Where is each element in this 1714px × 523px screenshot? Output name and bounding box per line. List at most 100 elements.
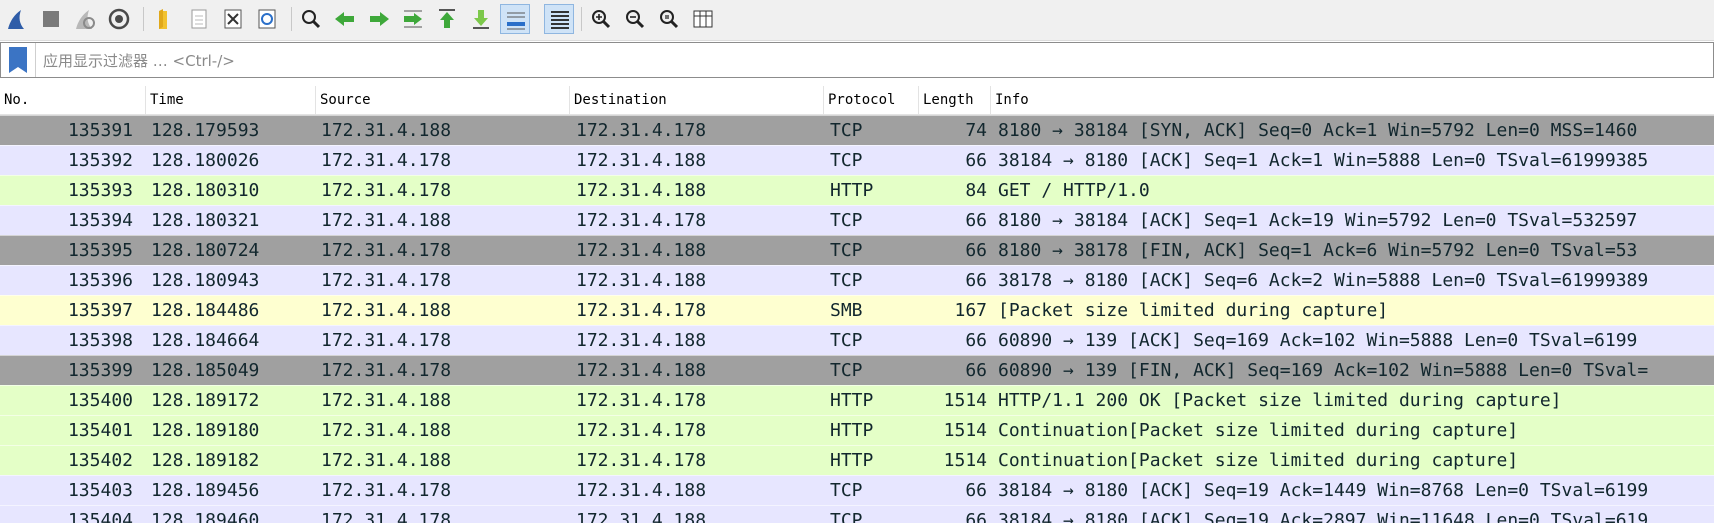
- packet-info: 8180 → 38184 [ACK] Seq=1 Ack=19 Win=5792…: [998, 210, 1638, 231]
- column-header-length[interactable]: Length: [919, 86, 991, 114]
- packet-number: 135391: [67, 120, 133, 141]
- packet-destination: 172.31.4.188: [576, 270, 707, 291]
- zoom-out-icon: [626, 10, 645, 29]
- capture-options-gear-icon: [108, 8, 130, 30]
- packet-row[interactable]: 135392 128.180026 172.31.4.178 172.31.4.…: [0, 145, 1714, 175]
- packet-row[interactable]: 135395 128.180724 172.31.4.178 172.31.4.…: [0, 235, 1714, 265]
- find-packet-button[interactable]: [296, 4, 326, 34]
- packet-info: 38184 → 8180 [ACK] Seq=19 Ack=1449 Win=8…: [998, 480, 1649, 501]
- packet-time: 128.184664: [151, 330, 260, 351]
- column-header-destination[interactable]: Destination: [570, 86, 824, 114]
- go-last-packet-button[interactable]: [466, 4, 496, 34]
- packet-row[interactable]: 135400 128.189172 172.31.4.188 172.31.4.…: [0, 385, 1714, 415]
- packet-protocol: HTTP: [830, 450, 874, 471]
- go-forward-button[interactable]: [364, 4, 394, 34]
- packet-time: 128.180026: [151, 150, 260, 171]
- packet-destination: 172.31.4.178: [576, 450, 707, 471]
- packet-list-header: No. Time Source Destination Protocol Len…: [0, 86, 1714, 115]
- column-header-protocol[interactable]: Protocol: [824, 86, 919, 114]
- packet-info: 8180 → 38178 [FIN, ACK] Seq=1 Ack=6 Win=…: [998, 240, 1638, 261]
- packet-destination: 172.31.4.188: [576, 330, 707, 351]
- packet-row[interactable]: 135402 128.189182 172.31.4.188 172.31.4.…: [0, 445, 1714, 475]
- packet-source: 172.31.4.178: [321, 480, 452, 501]
- packet-info: 60890 → 139 [FIN, ACK] Seq=169 Ack=102 W…: [998, 360, 1649, 381]
- reload-file-button[interactable]: [252, 4, 282, 34]
- restart-capture-button[interactable]: [70, 4, 100, 34]
- packet-source: 172.31.4.178: [321, 270, 452, 291]
- go-last-packet-icon: [473, 10, 489, 29]
- open-file-folder-icon: [159, 9, 167, 29]
- packet-protocol: HTTP: [830, 390, 874, 411]
- save-file-button[interactable]: [184, 4, 214, 34]
- packet-row[interactable]: 135401 128.189180 172.31.4.188 172.31.4.…: [0, 415, 1714, 445]
- packet-length: 66: [965, 240, 987, 261]
- go-first-packet-button[interactable]: [432, 4, 462, 34]
- packet-info: 60890 → 139 [ACK] Seq=169 Ack=102 Win=58…: [998, 330, 1638, 351]
- packet-row[interactable]: 135399 128.185049 172.31.4.178 172.31.4.…: [0, 355, 1714, 385]
- column-header-no[interactable]: No.: [0, 86, 146, 114]
- packet-row[interactable]: 135396 128.180943 172.31.4.178 172.31.4.…: [0, 265, 1714, 295]
- packet-protocol: TCP: [830, 330, 863, 351]
- display-filter-input[interactable]: 应用显示过滤器 … <Ctrl-/>: [43, 50, 235, 71]
- go-back-arrow-icon: [335, 12, 354, 26]
- open-file-button[interactable]: [150, 4, 180, 34]
- packet-protocol: TCP: [830, 150, 863, 171]
- zoom-in-button[interactable]: [586, 4, 616, 34]
- packet-row[interactable]: 135404 128.189460 172.31.4.178 172.31.4.…: [0, 505, 1714, 523]
- packet-number: 135398: [67, 330, 133, 351]
- normal-size-icon: [660, 10, 679, 29]
- packet-protocol: TCP: [830, 120, 863, 141]
- colorize-list-button[interactable]: [544, 4, 574, 34]
- column-header-time[interactable]: Time: [146, 86, 316, 114]
- packet-destination: 172.31.4.178: [576, 120, 707, 141]
- go-forward-arrow-icon: [370, 12, 389, 26]
- packet-length: 66: [965, 480, 987, 501]
- toolbar-separator: [291, 7, 292, 31]
- packet-row[interactable]: 135398 128.184664 172.31.4.178 172.31.4.…: [0, 325, 1714, 355]
- packet-protocol: TCP: [830, 270, 863, 291]
- packet-length: 1514: [943, 450, 987, 471]
- packet-length: 66: [965, 360, 987, 381]
- packet-protocol: SMB: [830, 300, 863, 321]
- packet-row[interactable]: 135403 128.189456 172.31.4.178 172.31.4.…: [0, 475, 1714, 505]
- packet-source: 172.31.4.178: [321, 360, 452, 381]
- packet-time: 128.185049: [151, 360, 260, 381]
- packet-info: HTTP/1.1 200 OK [Packet size limited dur…: [998, 390, 1562, 411]
- packet-length: 1514: [943, 420, 987, 441]
- packet-source: 172.31.4.188: [321, 210, 452, 231]
- packet-row[interactable]: 135397 128.184486 172.31.4.188 172.31.4.…: [0, 295, 1714, 325]
- packet-protocol: TCP: [830, 360, 863, 381]
- resize-columns-icon: [693, 10, 713, 28]
- packet-row[interactable]: 135394 128.180321 172.31.4.188 172.31.4.…: [0, 205, 1714, 235]
- packet-time: 128.180724: [151, 240, 260, 261]
- packet-info: Continuation[Packet size limited during …: [998, 420, 1519, 441]
- zoom-out-button[interactable]: [620, 4, 650, 34]
- packet-length: 167: [954, 300, 987, 321]
- packet-row[interactable]: 135391 128.179593 172.31.4.188 172.31.4.…: [0, 115, 1714, 145]
- close-file-button[interactable]: [218, 4, 248, 34]
- packet-time: 128.179593: [151, 120, 260, 141]
- filter-bookmark-button[interactable]: [1, 43, 36, 77]
- column-header-source[interactable]: Source: [316, 86, 570, 114]
- bookmark-icon: [9, 47, 27, 73]
- stop-capture-button[interactable]: [36, 4, 66, 34]
- auto-scroll-button[interactable]: [500, 4, 530, 34]
- packet-protocol: TCP: [830, 210, 863, 231]
- resize-columns-button[interactable]: [688, 4, 718, 34]
- packet-protocol: TCP: [830, 240, 863, 261]
- go-to-packet-icon: [404, 10, 422, 28]
- capture-options-button[interactable]: [104, 4, 134, 34]
- packet-protocol: HTTP: [830, 420, 874, 441]
- packet-row[interactable]: 135393 128.180310 172.31.4.178 172.31.4.…: [0, 175, 1714, 205]
- normal-size-button[interactable]: [654, 4, 684, 34]
- go-to-packet-button[interactable]: [398, 4, 428, 34]
- packet-protocol: TCP: [830, 480, 863, 501]
- column-header-info[interactable]: Info: [991, 86, 1714, 114]
- main-toolbar: [0, 0, 1714, 41]
- packet-number: 135400: [67, 390, 133, 411]
- packet-source: 172.31.4.178: [321, 180, 452, 201]
- packet-destination: 172.31.4.178: [576, 210, 707, 231]
- go-back-button[interactable]: [330, 4, 360, 34]
- start-capture-button[interactable]: [2, 4, 32, 34]
- packet-length: 66: [965, 510, 987, 523]
